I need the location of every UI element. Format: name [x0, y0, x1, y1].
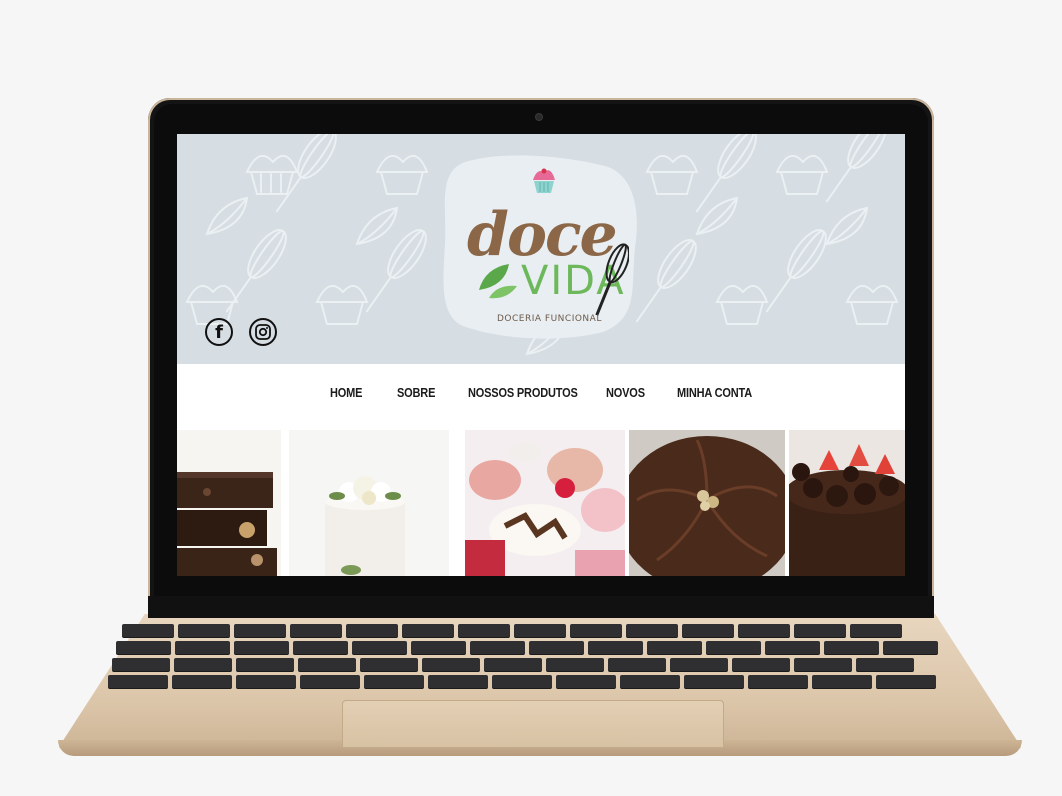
keyboard-key: [765, 641, 820, 654]
keyboard-key: [178, 624, 230, 637]
keyboard-key: [236, 675, 296, 688]
instagram-icon[interactable]: [249, 318, 277, 346]
camera-icon: [536, 114, 542, 120]
nav-item-minha-conta[interactable]: MINHA CONTA: [677, 386, 752, 400]
leaf-icon: [479, 264, 517, 299]
keyboard-key: [608, 658, 666, 671]
nav-item-home[interactable]: HOME: [330, 386, 362, 400]
nav-item-sobre[interactable]: SOBRE: [397, 386, 435, 400]
screen-chin: [148, 596, 934, 618]
strawberry-truffle-cake-photo[interactable]: [789, 430, 905, 576]
keyboard-key: [470, 641, 525, 654]
keyboard-key: [293, 641, 348, 654]
keyboard-key: [570, 624, 622, 637]
keyboard-key: [529, 641, 584, 654]
keyboard-key: [360, 658, 418, 671]
keyboard-key: [794, 624, 846, 637]
keyboard-key: [112, 658, 170, 671]
product-gallery: [177, 430, 905, 576]
keyboard-key: [364, 675, 424, 688]
keyboard-key: [876, 675, 936, 688]
keyboard-key: [824, 641, 879, 654]
keyboard-key: [682, 624, 734, 637]
keyboard-key: [352, 641, 407, 654]
instagram-glyph: [255, 324, 271, 340]
keyboard-key: [484, 658, 542, 671]
keyboard-key: [620, 675, 680, 688]
whisk-icon: [595, 243, 629, 316]
keyboard-key: [588, 641, 643, 654]
main-navigation: HOME SOBRE NOSSOS PRODUTOS NOVOS MINHA C…: [177, 364, 905, 430]
keyboard-key: [428, 675, 488, 688]
keyboard-key: [346, 624, 398, 637]
keyboard-key: [556, 675, 616, 688]
trackpad: [342, 700, 724, 747]
keyboard-key: [514, 624, 566, 637]
keyboard-key: [411, 641, 466, 654]
keyboard-key: [670, 658, 728, 671]
website-screen: doce VIDA DOCERIA FUNCIONAL f HOME SOBRE…: [177, 134, 905, 576]
keyboard-key: [422, 658, 480, 671]
keyboard-key: [706, 641, 761, 654]
keyboard-key: [234, 624, 286, 637]
laptop-mockup: doce VIDA DOCERIA FUNCIONAL f HOME SOBRE…: [0, 0, 1062, 796]
keyboard-key: [546, 658, 604, 671]
keyboard: [106, 622, 976, 698]
keyboard-key: [738, 624, 790, 637]
keyboard-key: [298, 658, 356, 671]
hero-banner: doce VIDA DOCERIA FUNCIONAL f: [177, 134, 905, 364]
keyboard-key: [175, 641, 230, 654]
keyboard-key: [290, 624, 342, 637]
keyboard-key: [732, 658, 790, 671]
keyboard-key: [684, 675, 744, 688]
nav-item-novos[interactable]: NOVOS: [606, 386, 645, 400]
floral-cake-photo[interactable]: [289, 430, 449, 576]
keyboard-key: [748, 675, 808, 688]
cupcakes-photo[interactable]: [465, 430, 625, 576]
keyboard-key: [122, 624, 174, 637]
keyboard-key: [647, 641, 702, 654]
keyboard-key: [850, 624, 902, 637]
keyboard-key: [402, 624, 454, 637]
keyboard-key: [794, 658, 852, 671]
chocolate-tart-photo[interactable]: [629, 430, 785, 576]
keyboard-key: [236, 658, 294, 671]
cupcake-icon: [533, 168, 555, 193]
keyboard-key: [234, 641, 289, 654]
keyboard-key: [300, 675, 360, 688]
nav-item-nossos-produtos[interactable]: NOSSOS PRODUTOS: [468, 386, 578, 400]
facebook-icon[interactable]: f: [205, 318, 233, 346]
keyboard-key: [626, 624, 678, 637]
site-logo[interactable]: doce VIDA DOCERIA FUNCIONAL: [435, 148, 645, 340]
keyboard-key: [172, 675, 232, 688]
keyboard-key: [812, 675, 872, 688]
keyboard-key: [174, 658, 232, 671]
keyboard-key: [458, 624, 510, 637]
keyboard-key: [108, 675, 168, 688]
keyboard-key: [492, 675, 552, 688]
keyboard-key: [856, 658, 914, 671]
keyboard-key: [883, 641, 938, 654]
keyboard-key: [116, 641, 171, 654]
logo-tagline: DOCERIA FUNCIONAL: [497, 314, 602, 324]
brownie-photo[interactable]: [177, 430, 281, 576]
